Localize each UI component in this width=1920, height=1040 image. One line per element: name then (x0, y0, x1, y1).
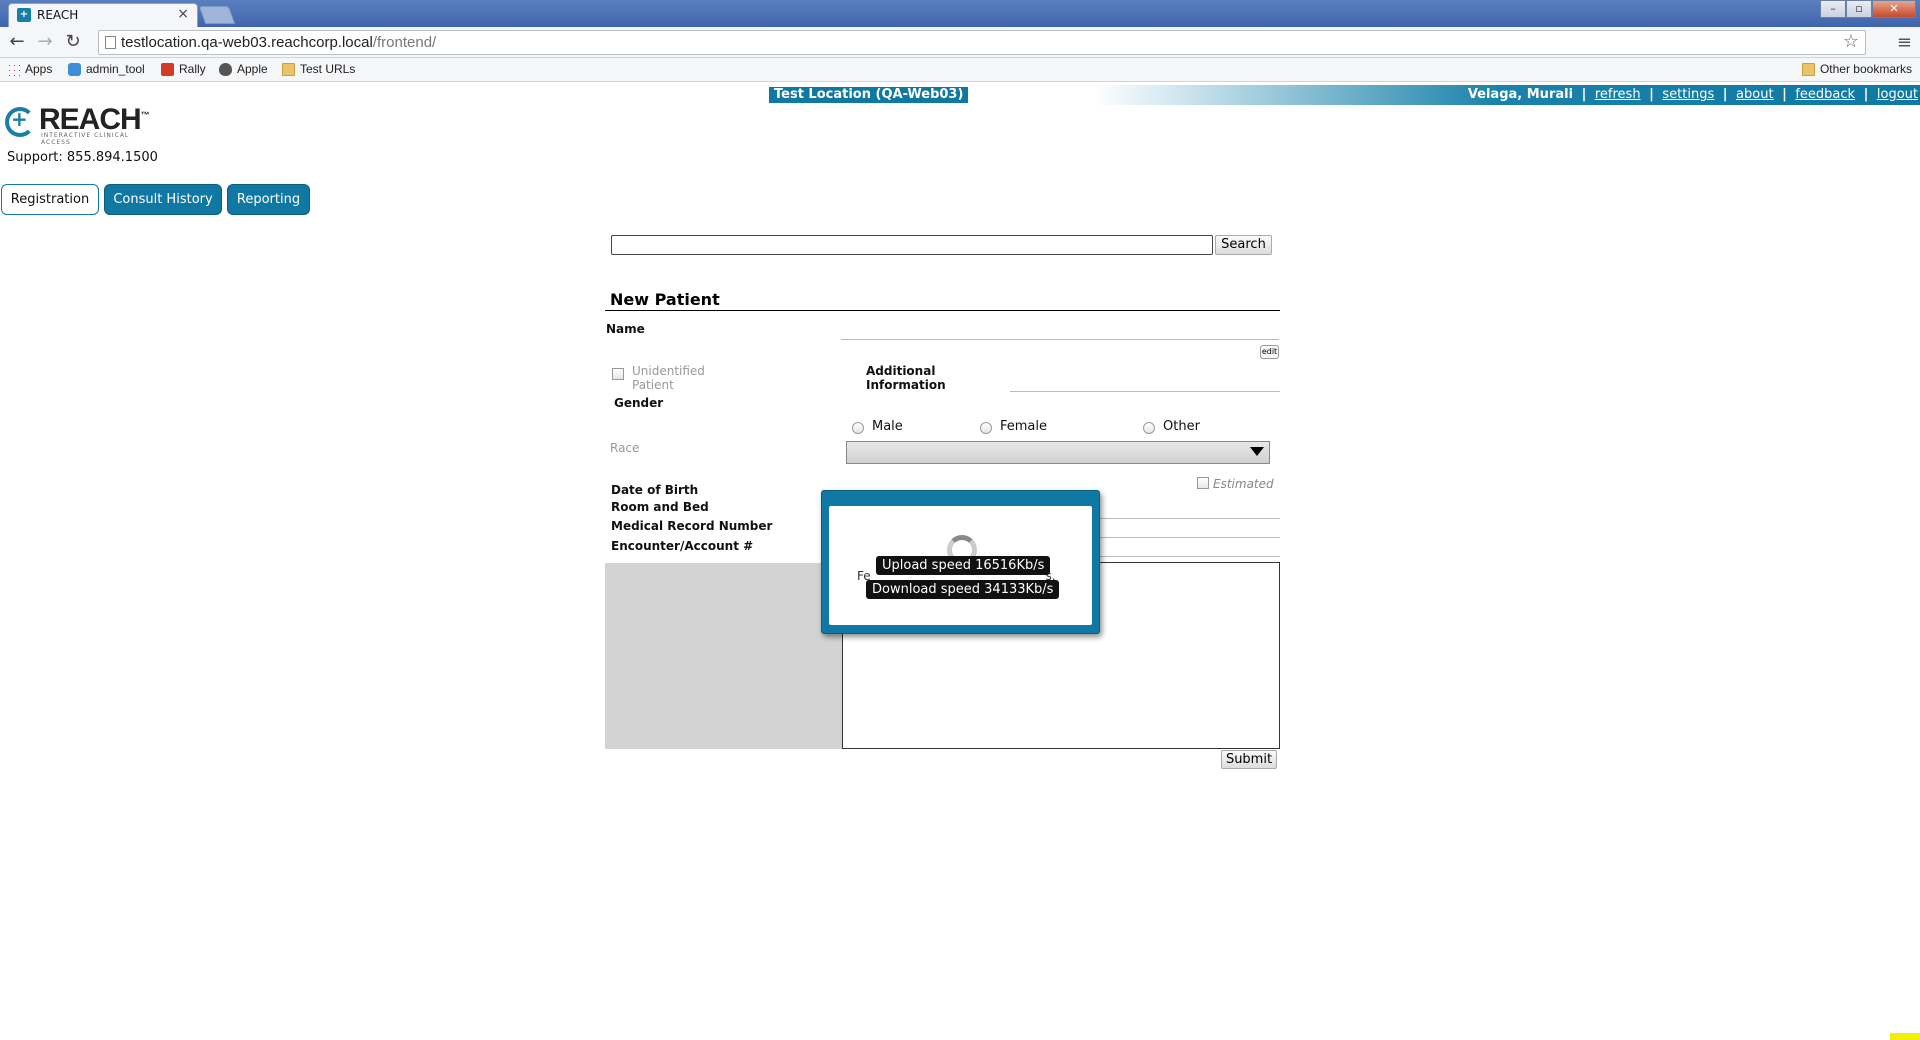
apple-icon (219, 62, 232, 76)
bookmarks-bar: Apps admin_tool Rally Apple Test URLs Ot… (0, 58, 1920, 82)
bookmark-test-urls[interactable]: Test URLs (282, 62, 355, 76)
other-bookmarks[interactable]: Other bookmarks (1801, 62, 1912, 76)
maximize-icon[interactable]: ▫ (1846, 0, 1872, 18)
unidentified-checkbox[interactable] (612, 368, 624, 380)
edit-name-button[interactable]: edit (1260, 345, 1279, 359)
about-link[interactable]: about (1736, 87, 1774, 102)
estimated-label: Estimated (1213, 477, 1274, 491)
logo-tagline: INTERACTIVE CLINICAL ACCESS (41, 132, 130, 146)
corner-marker (1890, 1033, 1920, 1040)
puzzle-icon (68, 62, 81, 76)
app-header-bar: Test Location (QA-Web03) Velaga, Murali … (0, 85, 1920, 105)
download-speed-tooltip: Download speed 34133Kb/s (866, 580, 1060, 599)
tab-registration[interactable]: Registration (1, 184, 99, 215)
additional-info-label-line1: Additional (866, 364, 936, 378)
tab-reporting[interactable]: Reporting (227, 184, 310, 215)
back-arrow-icon[interactable]: ← (6, 31, 28, 53)
encounter-field[interactable] (1100, 556, 1280, 557)
bookmark-label: Apps (25, 62, 53, 76)
browser-toolbar: ← → ↻ testlocation.qa-web03.reachcorp.lo… (0, 27, 1920, 58)
dropdown-arrow-icon (1250, 447, 1264, 456)
unidentified-label-line1: Unidentified (632, 364, 705, 378)
tab-consult-history[interactable]: Consult History (104, 184, 222, 215)
reload-icon[interactable]: ↻ (62, 31, 84, 53)
name-label: Name (606, 322, 645, 336)
notes-side-panel (605, 563, 843, 749)
address-bar[interactable]: testlocation.qa-web03.reachcorp.local/fr… (98, 30, 1866, 55)
title-divider (605, 310, 1280, 311)
page-icon (105, 36, 116, 49)
folder-icon (282, 62, 295, 76)
dob-label: Date of Birth (611, 483, 699, 497)
user-name: Velaga, Murali (1467, 87, 1574, 102)
bookmark-label: Apple (237, 62, 268, 76)
gender-male-radio[interactable] (852, 422, 864, 434)
additional-info-field[interactable] (1010, 391, 1280, 392)
gender-male-label: Male (872, 419, 903, 434)
separator: | (1722, 87, 1728, 102)
bookmark-apps[interactable]: Apps (7, 62, 52, 76)
folder-icon (1801, 62, 1815, 76)
upload-speed-tooltip: Upload speed 16516Kb/s (876, 556, 1051, 575)
name-field[interactable] (841, 339, 1279, 340)
tab-close-icon[interactable]: × (177, 6, 189, 22)
window-controls: – ▫ ✕ (1820, 0, 1916, 18)
gender-female-radio[interactable] (980, 422, 992, 434)
gender-other-radio[interactable] (1143, 422, 1155, 434)
apps-grid-icon (7, 62, 20, 76)
minimize-icon[interactable]: – (1820, 0, 1846, 18)
reach-favicon-icon: + (17, 8, 31, 22)
encounter-label: Encounter/Account # (611, 539, 754, 553)
bookmark-label: admin_tool (86, 62, 145, 76)
browser-menu-icon[interactable]: ≡ (1897, 32, 1912, 53)
bookmark-star-icon[interactable]: ☆ (1843, 31, 1859, 52)
forward-arrow-icon[interactable]: → (34, 31, 56, 53)
race-select[interactable] (846, 441, 1270, 464)
search-button[interactable]: Search (1215, 235, 1272, 255)
additional-info-label-line2: Information (866, 378, 946, 392)
submit-button[interactable]: Submit (1221, 750, 1277, 769)
browser-titlebar: + REACH × – ▫ ✕ (0, 0, 1920, 27)
separator: | (1863, 87, 1869, 102)
bookmark-label: Rally (179, 62, 206, 76)
estimated-checkbox[interactable] (1197, 477, 1209, 489)
race-label: Race (610, 441, 640, 455)
other-bookmarks-label: Other bookmarks (1819, 62, 1912, 76)
gender-female-label: Female (1000, 419, 1048, 434)
brand-tm: ™ (140, 110, 150, 120)
url-text: testlocation.qa-web03.reachcorp.local/fr… (121, 34, 436, 51)
bookmark-apple[interactable]: Apple (219, 62, 268, 76)
url-host: testlocation.qa-web03.reachcorp.local (121, 34, 373, 51)
rally-icon (161, 62, 174, 76)
url-path: /frontend/ (372, 34, 437, 51)
room-bed-field[interactable] (1100, 537, 1280, 538)
gender-label: Gender (614, 396, 664, 410)
separator: | (1782, 87, 1787, 102)
logout-link[interactable]: logout (1877, 87, 1918, 102)
search-input[interactable] (611, 235, 1213, 255)
mrn-label: Medical Record Number (611, 519, 773, 533)
separator: | (1581, 87, 1587, 102)
unidentified-label-line2: Patient (632, 378, 674, 392)
room-bed-label: Room and Bed (611, 500, 709, 514)
support-phone: Support: 855.894.1500 (7, 150, 158, 165)
bookmark-admin-tool[interactable]: admin_tool (68, 62, 145, 76)
reach-logo: + REACH™ INTERACTIVE CLINICAL ACCESS (5, 103, 155, 146)
bookmark-label: Test URLs (300, 62, 356, 76)
form-title: New Patient (610, 290, 720, 309)
settings-link[interactable]: settings (1662, 87, 1714, 102)
plus-icon: + (11, 107, 28, 131)
feedback-link[interactable]: feedback (1795, 87, 1855, 102)
bookmark-rally[interactable]: Rally (161, 62, 206, 76)
gender-other-label: Other (1163, 419, 1200, 434)
separator: | (1649, 87, 1654, 102)
dob-field[interactable] (1100, 518, 1280, 519)
tab-title: REACH (37, 8, 79, 22)
user-links: Velaga, Murali | refresh | settings | ab… (1468, 87, 1918, 102)
close-window-icon[interactable]: ✕ (1872, 0, 1916, 18)
refresh-link[interactable]: refresh (1595, 87, 1641, 102)
browser-tab[interactable]: + REACH × (8, 3, 198, 27)
new-tab-button[interactable] (198, 6, 236, 24)
location-badge: Test Location (QA-Web03) (769, 87, 969, 103)
